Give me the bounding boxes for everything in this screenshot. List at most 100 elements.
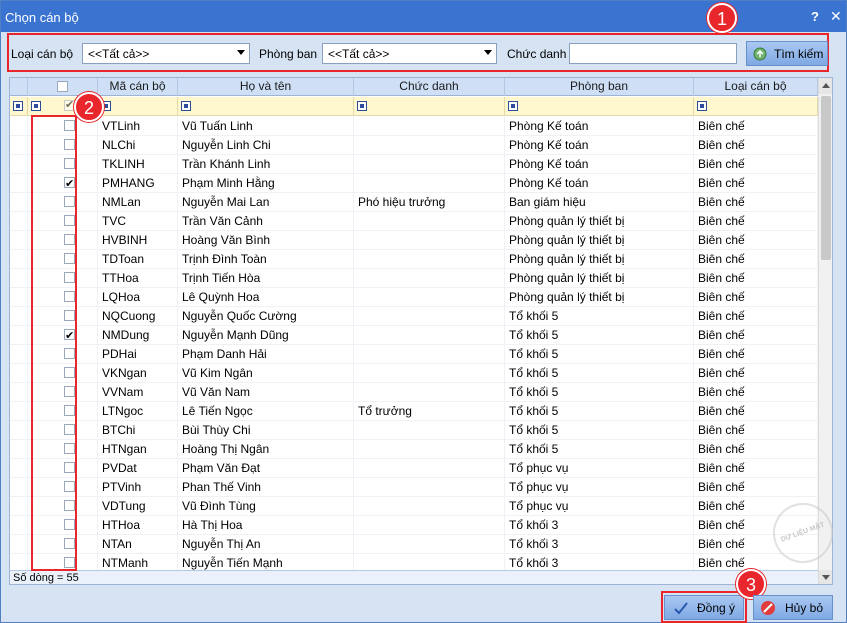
filter-icon[interactable] (357, 101, 367, 111)
table-row[interactable]: PDHai Phạm Danh Hải Tổ khối 5 Biên chế (10, 345, 818, 364)
scroll-up-button[interactable] (819, 78, 832, 94)
table-row[interactable]: VKNgan Vũ Kim Ngân Tổ khối 5 Biên chế (10, 364, 818, 383)
table-row[interactable]: HTNgan Hoàng Thị Ngân Tổ khối 5 Biên chế (10, 440, 818, 459)
row-select-checkbox[interactable] (64, 462, 75, 473)
row-indicator (10, 288, 28, 307)
table-row[interactable]: TKLINH Trần Khánh Linh Phòng Kế toán Biên c… (10, 155, 818, 174)
cell-chuc (354, 497, 505, 516)
close-button[interactable]: ✕ (830, 8, 842, 25)
cell-ten: Lê Tiến Ngọc (178, 402, 354, 421)
table-row[interactable]: PMHANGPhạm Minh Hằng Phòng Kế toánBiên ch… (10, 174, 818, 193)
table-row[interactable]: NMDungNguyễn Mạnh Dũng Tổ khối 5Biên chế (10, 326, 818, 345)
row-select-checkbox[interactable] (64, 196, 75, 207)
filter-icon[interactable] (13, 101, 23, 111)
cell-ma: LTNgoc (98, 402, 178, 421)
filter-icon[interactable] (181, 101, 191, 111)
scroll-down-button[interactable] (819, 570, 832, 584)
cell-ten: Nguyễn Quốc Cường (178, 307, 354, 326)
col-phong-ban[interactable]: Phòng ban (505, 78, 694, 96)
row-indicator (10, 421, 28, 440)
table-row[interactable]: VTLinh Vũ Tuấn Linh Phòng Kế toán Biên chế (10, 117, 818, 136)
row-select-checkbox[interactable] (64, 405, 75, 416)
cell-chuc (354, 440, 505, 459)
table-row[interactable]: PVDat Phạm Văn Đạt Tổ phục vụ Biên chế (10, 459, 818, 478)
row-select-checkbox[interactable] (64, 139, 75, 150)
cell-chuc (354, 459, 505, 478)
cell-phong: Phòng quản lý thiết bị (505, 288, 694, 307)
table-row[interactable]: BTChi Bùi Thùy Chi Tổ khối 5 Biên chế (10, 421, 818, 440)
ok-button[interactable]: Đồng ý (664, 595, 744, 620)
row-select-checkbox[interactable] (64, 500, 75, 511)
col-loai-can-bo[interactable]: Loại cán bộ (694, 78, 818, 96)
row-select-checkbox[interactable] (64, 175, 75, 193)
row-select-checkbox[interactable] (64, 234, 75, 245)
cell-ten: Nguyễn Mạnh Dũng (178, 326, 354, 345)
row-select-checkbox[interactable] (64, 348, 75, 359)
filter-icon[interactable] (508, 101, 518, 111)
table-row[interactable]: TDToan Trịnh Đình Toàn Phòng quản lý thiết… (10, 250, 818, 269)
row-select-checkbox[interactable] (64, 253, 75, 264)
cell-ma: NLChi (98, 136, 178, 155)
select-cell (28, 174, 98, 193)
filter-icon[interactable] (31, 101, 41, 111)
row-select-checkbox[interactable] (64, 291, 75, 302)
select-cell (28, 421, 98, 440)
table-row[interactable]: LQHoa Lê Quỳnh Hoa Phòng quản lý thiết bị B… (10, 288, 818, 307)
cell-phong: Tổ khối 5 (505, 326, 694, 345)
row-select-checkbox[interactable] (64, 443, 75, 454)
cell-ma: TVC (98, 212, 178, 231)
cell-phong: Phòng quản lý thiết bị (505, 269, 694, 288)
select-cell (28, 516, 98, 535)
table-row[interactable]: VDTung Vũ Đình Tùng Tổ phục vụ Biên chế (10, 497, 818, 516)
row-indicator (10, 383, 28, 402)
cell-loai: Biên chế (694, 250, 818, 269)
scroll-thumb[interactable] (821, 96, 831, 260)
row-select-checkbox[interactable] (64, 120, 75, 131)
cell-chuc (354, 136, 505, 155)
cell-chuc (354, 250, 505, 269)
row-select-checkbox[interactable] (64, 481, 75, 492)
cell-ma: NQCuong (98, 307, 178, 326)
search-button[interactable]: Tìm kiếm (746, 41, 828, 66)
ok-button-label: Đồng ý (697, 601, 736, 615)
table-row[interactable]: NMLan Nguyễn Mai Lan Phó hiệu trưởng Ban gi… (10, 193, 818, 212)
table-row[interactable]: VVNam Vũ Văn Nam Tổ khối 5 Biên chế (10, 383, 818, 402)
filter-icon[interactable] (697, 101, 707, 111)
row-select-checkbox[interactable] (64, 557, 75, 568)
row-select-checkbox[interactable] (64, 519, 75, 530)
table-row[interactable]: HVBINH Hoàng Văn Bình Phòng quản lý thiết … (10, 231, 818, 250)
cell-ten: Vũ Tuấn Linh (178, 117, 354, 136)
row-select-checkbox[interactable] (64, 272, 75, 283)
col-ma-can-bo[interactable]: Mã cán bộ (98, 78, 178, 96)
loai-can-bo-dropdown[interactable]: <<Tất cả>> (82, 43, 250, 64)
table-row[interactable]: TVC Trần Văn Cảnh Phòng quản lý thiết bị Bi… (10, 212, 818, 231)
col-chuc-danh[interactable]: Chức danh (354, 78, 505, 96)
cell-ma: TTHoa (98, 269, 178, 288)
table-row[interactable]: HTHoa Hà Thị Hoa Tổ khối 3 Biên chế (10, 516, 818, 535)
table-row[interactable]: TTHoa Trịnh Tiến Hòa Phòng quản lý thiết b… (10, 269, 818, 288)
cell-chuc (354, 174, 505, 193)
row-select-checkbox[interactable] (64, 215, 75, 226)
loai-can-bo-value: <<Tất cả>> (88, 47, 150, 61)
row-select-checkbox[interactable] (64, 386, 75, 397)
row-select-checkbox[interactable] (64, 327, 75, 345)
cancel-button[interactable]: Hủy bỏ (753, 595, 833, 620)
table-row[interactable]: NTAn Nguyễn Thị An Tổ khối 3 Biên chế (10, 535, 818, 554)
col-ho-va-ten[interactable]: Họ và tên (178, 78, 354, 96)
table-row[interactable]: PTVinh Phan Thế Vinh Tổ phục vụ Biên chế (10, 478, 818, 497)
table-row[interactable]: NQCuong Nguyễn Quốc Cường Tổ khối 5 Biên ch… (10, 307, 818, 326)
cell-phong: Tổ khối 5 (505, 383, 694, 402)
row-select-checkbox[interactable] (64, 538, 75, 549)
table-row[interactable]: NLChi Nguyễn Linh Chi Phòng Kế toán Biên ch… (10, 136, 818, 155)
row-select-checkbox[interactable] (64, 367, 75, 378)
row-indicator (10, 364, 28, 383)
help-button[interactable]: ? (811, 9, 819, 24)
chuc-danh-input[interactable] (569, 43, 737, 64)
row-select-checkbox[interactable] (64, 310, 75, 321)
row-select-checkbox[interactable] (64, 424, 75, 435)
table-row[interactable]: LTNgoc Lê Tiến Ngọc Tổ trưởng Tổ khối 5 Biên… (10, 402, 818, 421)
select-all-checkbox[interactable] (57, 81, 68, 92)
phong-ban-dropdown[interactable]: <<Tất cả>> (322, 43, 497, 64)
row-select-checkbox[interactable] (64, 158, 75, 169)
cell-loai: Biên chế (694, 440, 818, 459)
